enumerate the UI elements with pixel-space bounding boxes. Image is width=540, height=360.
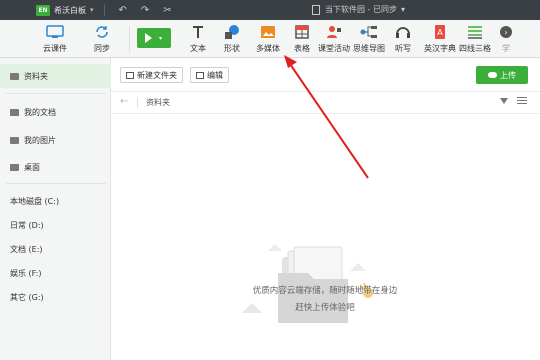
folder-icon bbox=[10, 72, 19, 80]
table-icon bbox=[295, 23, 309, 41]
list-view-icon[interactable] bbox=[517, 97, 527, 106]
play-dropdown-icon[interactable]: ▾ bbox=[159, 35, 162, 42]
sidebar-item-label: 桌面 bbox=[24, 162, 40, 172]
toolbar-divider bbox=[129, 26, 130, 52]
edit-icon bbox=[196, 71, 204, 79]
sidebar-item-label: 娱乐 (F:) bbox=[10, 268, 42, 278]
nav-bar: ← 资料夹 bbox=[111, 92, 540, 114]
sidebar-divider bbox=[6, 183, 106, 184]
play-button[interactable]: ▾ bbox=[137, 28, 171, 48]
sidebar-item-drive-e[interactable]: 文档 (E:) bbox=[0, 237, 111, 261]
sidebar: 资料夹 我的文档 我的图片 桌面 本地磁盘 (C:) 日常 (D:) 文档 (E… bbox=[0, 58, 111, 360]
cloud-icon bbox=[45, 23, 65, 41]
cloud-courseware-button[interactable]: 云课件 bbox=[32, 23, 78, 54]
app-name[interactable]: 希沃白板 bbox=[54, 5, 86, 16]
document-title-text: 当下软件园 - 已同步 bbox=[325, 5, 397, 14]
new-folder-label: 新建文件夹 bbox=[137, 70, 177, 80]
empty-message-line2: 赶快上传体验吧 bbox=[295, 303, 355, 313]
toolbar: 云课件 同步 ▾ 文本 形状 多媒体 表格 课堂活动 思维导图 听写 A 英汉字… bbox=[0, 20, 540, 58]
folder-plus-icon bbox=[126, 71, 134, 79]
picture-icon bbox=[10, 136, 19, 144]
svg-text:A: A bbox=[437, 28, 443, 37]
cloud-upload-icon bbox=[488, 72, 497, 78]
headphones-icon bbox=[395, 23, 411, 41]
filter-icon[interactable] bbox=[500, 98, 508, 104]
folder-icon bbox=[10, 108, 19, 116]
desktop-icon bbox=[10, 163, 19, 171]
shape-icon bbox=[224, 23, 240, 41]
sync-button[interactable]: 同步 bbox=[79, 23, 125, 54]
tool-table-label: 表格 bbox=[294, 44, 310, 53]
image-icon bbox=[260, 23, 276, 41]
sidebar-item-materials[interactable]: 资料夹 bbox=[0, 64, 111, 88]
tool-text-label: 文本 bbox=[190, 44, 206, 53]
app-logo: EN bbox=[36, 4, 50, 16]
empty-message-line1: 优质内容云端存储，随时随地带在身边 bbox=[252, 286, 398, 296]
tool-shape-label: 形状 bbox=[224, 44, 240, 53]
tool-more-label: 学 bbox=[502, 44, 510, 53]
sidebar-item-label: 我的文档 bbox=[24, 107, 56, 117]
undo-icon[interactable]: ↶ bbox=[119, 5, 127, 16]
redo-icon[interactable]: ↷ bbox=[141, 5, 149, 16]
edit-label: 编辑 bbox=[207, 70, 223, 80]
four-lines-icon bbox=[467, 23, 483, 41]
edit-button[interactable]: 编辑 bbox=[190, 67, 229, 83]
tool-more[interactable]: › 学 bbox=[484, 23, 528, 54]
sidebar-item-drive-c[interactable]: 本地磁盘 (C:) bbox=[0, 189, 111, 213]
sync-label: 同步 bbox=[94, 44, 110, 53]
more-tools-slot: › bbox=[500, 23, 512, 41]
chevron-right-icon[interactable]: › bbox=[500, 26, 512, 38]
sidebar-divider bbox=[6, 93, 106, 94]
new-folder-button[interactable]: 新建文件夹 bbox=[120, 67, 183, 83]
document-caret-icon: ▾ bbox=[400, 5, 405, 14]
sidebar-item-label: 我的图片 bbox=[24, 135, 56, 145]
app-menu-caret-icon[interactable]: ▾ bbox=[90, 6, 94, 14]
sidebar-item-my-pictures[interactable]: 我的图片 bbox=[0, 128, 111, 152]
upload-label: 上传 bbox=[500, 70, 516, 80]
sidebar-item-drive-g[interactable]: 其它 (G:) bbox=[0, 285, 111, 309]
sync-icon bbox=[94, 23, 110, 41]
sidebar-item-label: 本地磁盘 (C:) bbox=[10, 196, 60, 206]
sidebar-item-drive-f[interactable]: 娱乐 (F:) bbox=[0, 261, 111, 285]
document-icon bbox=[312, 4, 320, 15]
tool-dictation-label: 听写 bbox=[395, 44, 411, 53]
title-divider bbox=[103, 4, 105, 16]
text-icon bbox=[191, 23, 205, 41]
scissors-icon[interactable]: ✂ bbox=[163, 5, 171, 16]
back-arrow-icon[interactable]: ← bbox=[120, 96, 128, 107]
sidebar-item-label: 其它 (G:) bbox=[10, 292, 44, 302]
sidebar-item-label: 日常 (D:) bbox=[10, 220, 44, 230]
title-bar: EN 希沃白板 ▾ ↶ ↷ ✂ 当下软件园 - 已同步 ▾ bbox=[0, 0, 540, 20]
document-title[interactable]: 当下软件园 - 已同步 ▾ bbox=[312, 4, 405, 15]
play-icon bbox=[145, 33, 152, 43]
breadcrumb[interactable]: 资料夹 bbox=[146, 97, 170, 108]
mindmap-icon bbox=[360, 23, 378, 41]
nav-divider bbox=[137, 97, 138, 108]
sidebar-item-drive-d[interactable]: 日常 (D:) bbox=[0, 213, 111, 237]
dictionary-icon: A bbox=[434, 23, 446, 41]
sidebar-item-my-documents[interactable]: 我的文档 bbox=[0, 100, 111, 124]
activity-icon bbox=[326, 23, 342, 41]
cloud-courseware-label: 云课件 bbox=[43, 44, 67, 53]
resource-dialog: 资料夹 我的文档 我的图片 桌面 本地磁盘 (C:) 日常 (D:) 文档 (E… bbox=[0, 58, 540, 360]
tool-multimedia-label: 多媒体 bbox=[256, 44, 280, 53]
upload-button[interactable]: 上传 bbox=[476, 66, 528, 84]
sidebar-item-desktop[interactable]: 桌面 bbox=[0, 155, 111, 179]
sidebar-item-label: 资料夹 bbox=[24, 71, 48, 81]
sidebar-item-label: 文档 (E:) bbox=[10, 244, 43, 254]
